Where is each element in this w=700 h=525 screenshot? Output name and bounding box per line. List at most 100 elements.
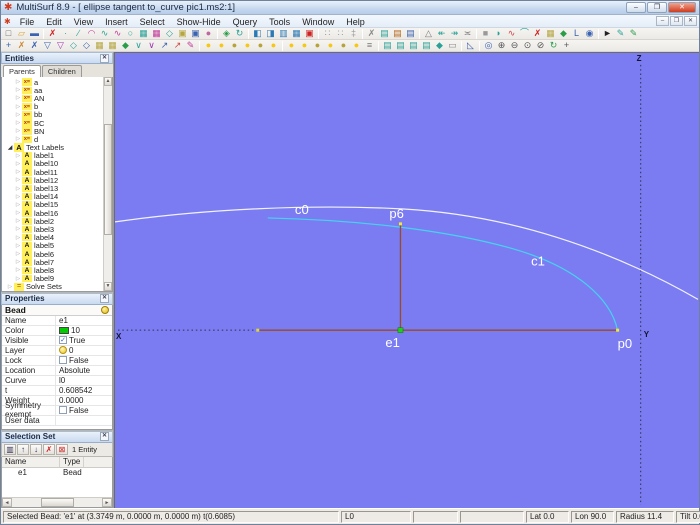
properties-close-icon[interactable]: ✕ <box>100 294 109 304</box>
magnet-tool2-icon[interactable]: ◇ <box>80 40 93 51</box>
scroll-thumb[interactable] <box>104 124 112 236</box>
column-header-name[interactable]: Name <box>2 456 60 467</box>
tree-item-b[interactable]: ▷ x= b <box>2 102 112 111</box>
view-layout-3-icon[interactable]: ▥ <box>277 28 290 39</box>
column-header-type[interactable]: Type <box>60 456 85 467</box>
twisty-icon[interactable]: ▷ <box>14 218 22 224</box>
menu-show-hide[interactable]: Show-Hide <box>171 16 227 28</box>
fit-view-icon[interactable]: ≍ <box>461 28 474 39</box>
hide-selected-bulb-icon[interactable]: ● <box>228 40 241 51</box>
snap-half-icon[interactable]: ‡ <box>347 28 360 39</box>
pushpin-icon[interactable] <box>101 305 109 314</box>
view-perspective-icon[interactable]: ▣ <box>303 28 316 39</box>
property-value[interactable]: 10 <box>71 326 80 335</box>
property-row-name[interactable]: Name e1 <box>2 315 112 326</box>
cut-icon[interactable]: ✗ <box>365 28 378 39</box>
point-p0[interactable] <box>616 328 620 332</box>
twisty-icon[interactable]: ▷ <box>14 235 22 241</box>
create-arc-icon[interactable]: ◠ <box>85 28 98 39</box>
property-value[interactable]: 0.608542 <box>59 386 92 395</box>
checkbox-unchecked-icon[interactable] <box>59 356 67 365</box>
create-circle-icon[interactable]: ○ <box>124 28 137 39</box>
property-row-curve[interactable]: Curve l0 <box>2 375 112 386</box>
twisty-icon[interactable]: ▷ <box>14 128 22 134</box>
mdi-close-button[interactable]: ✕ <box>684 16 697 26</box>
hscroll-thumb[interactable] <box>40 498 74 507</box>
bulb-children-icon[interactable]: ● <box>298 40 311 51</box>
twisty-icon[interactable]: ▷ <box>14 87 22 93</box>
color-swatch[interactable] <box>59 326 69 334</box>
view-layout-4-icon[interactable]: ▦ <box>290 28 303 39</box>
selection-row[interactable]: e1 Bead <box>2 468 112 478</box>
tree-item-bc[interactable]: ▷ x= BC <box>2 119 112 128</box>
hide-all-bulb-icon[interactable]: ● <box>254 40 267 51</box>
create-point-icon[interactable]: ∙ <box>59 28 72 39</box>
menu-view[interactable]: View <box>68 16 99 28</box>
property-row-lock[interactable]: Lock False <box>2 355 112 366</box>
pen-pink-icon[interactable]: ✎ <box>184 40 197 51</box>
save-file-icon[interactable]: ▬ <box>28 28 41 39</box>
columns-icon[interactable]: ▥ <box>4 443 16 455</box>
tab-children[interactable]: Children <box>41 65 82 77</box>
relative-point-icon[interactable]: + <box>2 40 15 51</box>
flag-icon[interactable]: ▭ <box>446 40 459 51</box>
menu-query[interactable]: Query <box>227 16 264 28</box>
absolute-point-icon[interactable]: ✗ <box>15 40 28 51</box>
twisty-icon[interactable]: ▷ <box>14 202 22 208</box>
vector-tool-icon[interactable]: ↗ <box>158 40 171 51</box>
tree-item-label2[interactable]: ▷ Alabel2 <box>2 217 112 226</box>
twisty-icon[interactable]: ▷ <box>14 276 22 282</box>
move-up-icon[interactable]: ↑ <box>17 443 29 455</box>
edit-pen-icon[interactable]: ✎ <box>614 28 627 39</box>
create-surface-icon[interactable]: ▦ <box>137 28 150 39</box>
twisty-icon[interactable]: ▷ <box>14 194 22 200</box>
bulb-show-icon[interactable]: ● <box>324 40 337 51</box>
create-polygon-icon[interactable]: ◇ <box>163 28 176 39</box>
tree-item-solve-sets[interactable]: ▷ = Solve Sets <box>2 282 112 291</box>
create-snake-icon[interactable]: ∿ <box>111 28 124 39</box>
ring-tool-icon[interactable]: ▽ <box>54 40 67 51</box>
property-row-visible[interactable]: Visible ✓ True <box>2 335 112 346</box>
bulb-hide-icon[interactable]: ● <box>311 40 324 51</box>
label-tool-icon[interactable]: L <box>570 28 583 39</box>
copy-icon[interactable]: ▤ <box>378 28 391 39</box>
open-file-icon[interactable]: ▱ <box>15 28 28 39</box>
name-display-icon[interactable]: ≡ <box>363 40 376 51</box>
new-file-icon[interactable]: □ <box>2 28 15 39</box>
twisty-icon[interactable]: ▷ <box>14 251 22 257</box>
shade-view-icon[interactable]: ◈ <box>220 28 233 39</box>
stop-icon[interactable]: ■ <box>479 28 492 39</box>
property-value[interactable]: l0 <box>59 376 65 385</box>
point-p6[interactable] <box>398 222 402 226</box>
duplicate-5-icon[interactable]: ◆ <box>433 40 446 51</box>
checkbox-unchecked-icon[interactable] <box>59 406 67 415</box>
menu-window[interactable]: Window <box>296 16 340 28</box>
twisty-icon[interactable]: ▷ <box>14 259 22 265</box>
magnet-tool-icon[interactable]: ◇ <box>67 40 80 51</box>
selection-hscrollbar[interactable]: ◄ ► <box>2 497 112 507</box>
remove-all-icon[interactable]: ⊠ <box>56 443 68 455</box>
select-zoom-icon[interactable]: ◎ <box>482 40 495 51</box>
tree-item-label7[interactable]: ▷ Alabel7 <box>2 258 112 267</box>
hook-icon[interactable]: ◗ <box>492 28 505 39</box>
move-down-icon[interactable]: ↓ <box>30 443 42 455</box>
twisty-icon[interactable]: ▷ <box>14 95 22 101</box>
layer-bulb-icon[interactable] <box>59 346 67 355</box>
snap-grid-1-icon[interactable]: ∷ <box>321 28 334 39</box>
twisty-icon[interactable]: ▷ <box>14 153 22 159</box>
zoom-in-icon[interactable]: ⊕ <box>495 40 508 51</box>
twisty-icon[interactable]: ▷ <box>14 136 22 142</box>
tree-item-text-labels[interactable]: ◢ A Text Labels <box>2 143 112 152</box>
twisty-icon[interactable]: ▷ <box>14 104 22 110</box>
patch-tool-icon[interactable]: ◆ <box>557 28 570 39</box>
tree-item-label16[interactable]: ▷ Alabel16 <box>2 209 112 218</box>
zoom-window-icon[interactable]: ⊙ <box>521 40 534 51</box>
duplicate-2-icon[interactable]: ▤ <box>394 40 407 51</box>
property-row-t[interactable]: t 0.608542 <box>2 385 112 396</box>
tree-item-label5[interactable]: ▷ Alabel5 <box>2 241 112 250</box>
drop-tool-icon[interactable]: ∨ <box>132 40 145 51</box>
tree-item-label3[interactable]: ▷ Alabel3 <box>2 225 112 234</box>
property-value[interactable]: Absolute <box>59 366 90 375</box>
refresh-view-icon[interactable]: ↻ <box>547 40 560 51</box>
sketch-plane-icon[interactable]: ◺ <box>464 40 477 51</box>
